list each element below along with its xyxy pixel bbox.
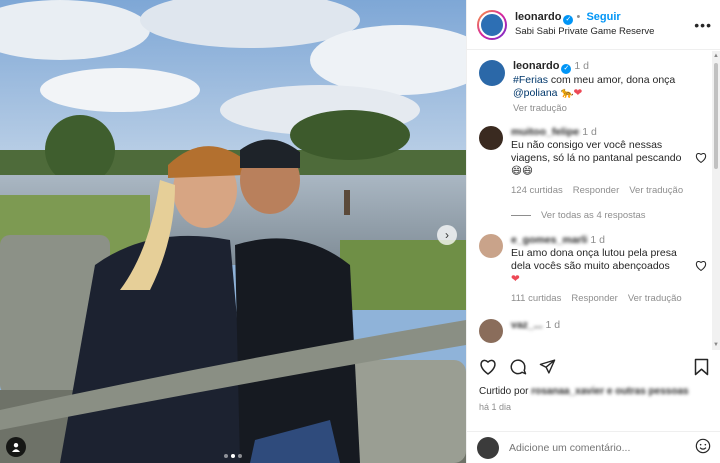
comment-item: muitoo_felipe 1 d Eu não consigo ver voc… bbox=[467, 126, 720, 222]
comment-time: 1 d bbox=[582, 126, 597, 138]
comment-text: Eu amo dona onça lutou pela presa dela v… bbox=[511, 247, 677, 272]
cat-emoji-icon: 🐆 bbox=[560, 87, 574, 99]
caption-mention[interactable]: @poliana bbox=[513, 87, 558, 99]
person-tag-icon bbox=[12, 443, 20, 452]
chevron-right-icon: › bbox=[445, 228, 449, 242]
carousel-next-button[interactable]: › bbox=[437, 225, 457, 245]
verified-badge-icon: ✓ bbox=[561, 64, 572, 74]
instagram-post-modal: › leonardo ✓ • Seguir Sabi Sabi Private … bbox=[0, 0, 720, 463]
tagged-people-button[interactable] bbox=[6, 437, 26, 457]
carousel-dot-active bbox=[231, 454, 235, 458]
scrollbar-thumb[interactable] bbox=[714, 63, 718, 169]
bookmark-icon[interactable] bbox=[694, 358, 709, 379]
comment-like-heart-icon[interactable] bbox=[695, 152, 707, 222]
carousel-dots bbox=[224, 454, 242, 458]
post-caption: leonardo ✓ 1 d #Ferias com meu amor, dona… bbox=[467, 60, 720, 115]
caption-avatar[interactable] bbox=[479, 60, 505, 86]
post-detail-panel: leonardo ✓ • Seguir Sabi Sabi Private Gam… bbox=[466, 0, 720, 463]
commenter-username[interactable]: vaz_... bbox=[511, 319, 543, 331]
comment-likes[interactable]: 111 curtidas bbox=[511, 292, 561, 305]
comment-translate-link[interactable]: Ver tradução bbox=[628, 292, 682, 305]
commenter-username[interactable]: muitoo_felipe bbox=[511, 126, 579, 138]
caption-time: 1 d bbox=[574, 60, 589, 72]
comment-text: Eu não consigo ver você nessas viagens, … bbox=[511, 139, 682, 177]
post-photo[interactable]: › bbox=[0, 0, 466, 463]
post-actions-bar bbox=[467, 354, 720, 382]
comment-reply-button[interactable]: Responder bbox=[573, 184, 619, 197]
heart-emoji-icon: ❤ bbox=[511, 273, 520, 285]
comments-scroll-area[interactable]: leonardo ✓ 1 d #Ferias com meu amor, dona… bbox=[467, 51, 720, 350]
liked-by-user[interactable]: rosanaa_xavier bbox=[531, 386, 604, 397]
comment-item: vaz_... 1 d bbox=[467, 319, 720, 343]
post-date[interactable]: há 1 dia bbox=[479, 402, 511, 412]
heart-emoji-icon: ❤ bbox=[573, 87, 583, 99]
caption-text: com meu amor, dona onça bbox=[548, 74, 676, 86]
replies-divider bbox=[511, 215, 531, 222]
comment-reply-button[interactable]: Responder bbox=[571, 292, 617, 305]
commenter-avatar[interactable] bbox=[479, 126, 503, 150]
current-user-avatar bbox=[477, 436, 499, 459]
verified-badge-icon: ✓ bbox=[563, 15, 574, 25]
comment-time: 1 d bbox=[545, 319, 561, 331]
share-icon[interactable] bbox=[539, 358, 556, 378]
follow-button[interactable]: Seguir bbox=[586, 11, 620, 23]
caption-username[interactable]: leonardo bbox=[513, 60, 559, 72]
carousel-dot bbox=[224, 454, 228, 458]
liked-by-text: Curtido por rosanaa_xavier e outras pess… bbox=[479, 386, 689, 397]
caption-translate-link[interactable]: Ver tradução bbox=[513, 102, 567, 115]
emoji-icon[interactable] bbox=[695, 438, 711, 457]
comment-translate-link[interactable]: Ver tradução bbox=[629, 184, 683, 197]
add-comment-bar bbox=[467, 431, 720, 463]
scroll-down-arrow-icon[interactable]: ▼ bbox=[713, 342, 719, 348]
post-header: leonardo ✓ • Seguir Sabi Sabi Private Gam… bbox=[467, 0, 720, 50]
view-replies-button[interactable]: Ver todas as 4 respostas bbox=[541, 209, 646, 222]
comment-icon[interactable] bbox=[509, 358, 527, 379]
comments-scrollbar[interactable]: ▲ ▼ bbox=[712, 51, 720, 350]
heart-icon[interactable] bbox=[479, 358, 497, 378]
commenter-avatar[interactable] bbox=[479, 319, 503, 343]
post-location[interactable]: Sabi Sabi Private Game Reserve bbox=[515, 25, 694, 39]
comment-likes[interactable]: 124 curtidas bbox=[511, 184, 563, 197]
author-username[interactable]: leonardo bbox=[515, 11, 561, 23]
commenter-username[interactable]: e_gomes_marli bbox=[511, 234, 587, 246]
author-avatar[interactable] bbox=[477, 9, 507, 40]
more-options-icon[interactable]: ••• bbox=[694, 17, 712, 33]
add-comment-input[interactable] bbox=[509, 441, 695, 454]
liked-by-prefix: Curtido por bbox=[479, 386, 532, 397]
comment-item: e_gomes_marli 1 d Eu amo dona onça lutou… bbox=[467, 234, 720, 305]
commenter-avatar[interactable] bbox=[479, 234, 503, 258]
caption-hashtag[interactable]: #Ferias bbox=[513, 74, 548, 86]
carousel-dot bbox=[238, 454, 242, 458]
photo-illustration bbox=[0, 0, 466, 463]
scroll-up-arrow-icon[interactable]: ▲ bbox=[713, 53, 719, 59]
comment-time: 1 d bbox=[590, 234, 605, 246]
liked-by-suffix[interactable]: e outras pessoas bbox=[604, 386, 689, 397]
comment-like-heart-icon[interactable] bbox=[695, 260, 707, 305]
